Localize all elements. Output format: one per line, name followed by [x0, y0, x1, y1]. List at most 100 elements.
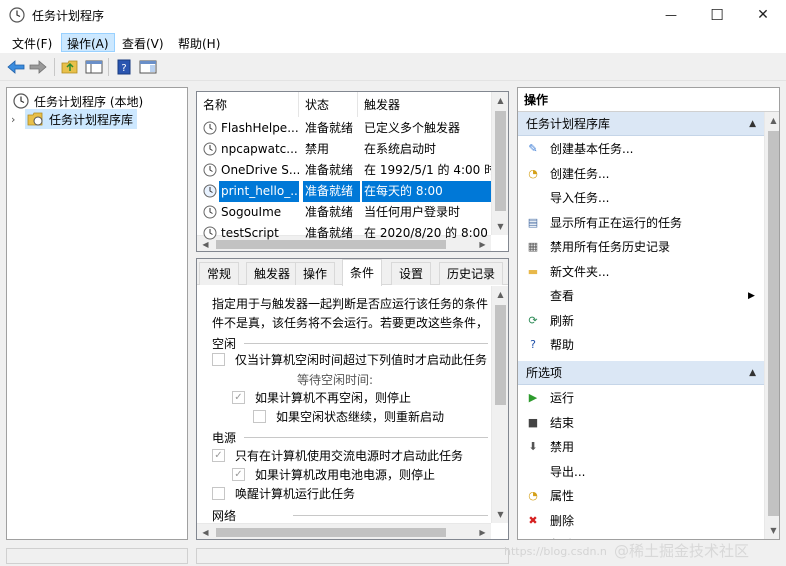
action-item[interactable]: ? 帮助 — [518, 533, 764, 539]
section-header-selected[interactable]: 所选项 ▲ — [518, 361, 764, 385]
table-row[interactable]: SogouIme 准备就绪 当任何用户登录时 — [197, 202, 493, 223]
action-item[interactable]: ■ 结束 — [518, 411, 764, 435]
table-row[interactable]: FlashHelpe... 准备就绪 已定义多个触发器 — [197, 118, 493, 139]
svg-text:?: ? — [121, 63, 126, 74]
idle-start-checkbox[interactable] — [212, 353, 225, 366]
scroll-left-arrow-icon[interactable]: ◀ — [197, 524, 214, 539]
action-item[interactable]: ✎ 创建基本任务... — [518, 137, 764, 161]
tab-actions[interactable]: 操作 — [295, 262, 336, 285]
action-item[interactable]: ◔ 属性 — [518, 484, 764, 508]
action-label: 属性 — [550, 489, 575, 503]
details-vertical-scrollbar[interactable]: ▲ ▼ — [491, 286, 508, 523]
tab-history[interactable]: 历史记录 — [439, 262, 504, 285]
power-group-divider — [244, 437, 488, 438]
properties-icon: ◔ — [528, 489, 538, 502]
action-item[interactable]: 查看 ▶ — [518, 284, 764, 308]
action-item[interactable]: 导出... — [518, 460, 764, 484]
menu-view[interactable]: 查看(V) — [116, 33, 170, 52]
tree-item-library[interactable]: › 任务计划程序库 — [11, 109, 187, 129]
power-wake-checkbox[interactable] — [212, 487, 225, 500]
maximize-button[interactable]: ☐ — [694, 0, 740, 30]
close-button[interactable]: ✕ — [740, 0, 786, 30]
table-row[interactable]: npcapwatc... 禁用 在系统启动时 — [197, 139, 493, 160]
idle-restart-checkbox[interactable] — [253, 410, 266, 423]
table-row[interactable]: testScript 准备就绪在 2020/8/20 的 8:00 时 — [197, 223, 493, 244]
action-item[interactable]: ⬇ 禁用 — [518, 435, 764, 459]
tree-root[interactable]: 任务计划程序 (本地) — [7, 91, 187, 111]
action-item[interactable]: ▶ 运行 — [518, 386, 764, 410]
table-row[interactable]: OneDrive S... 准备就绪在 1992/5/1 的 4:00 时 — [197, 160, 493, 181]
list-vertical-scrollbar[interactable]: ▲ ▼ — [491, 92, 508, 235]
tab-triggers[interactable]: 触发器 — [246, 262, 299, 285]
action-label: 删除 — [550, 513, 575, 528]
folder-clock-icon — [27, 112, 43, 125]
scroll-right-arrow-icon[interactable]: ▶ — [474, 524, 491, 539]
tab-general[interactable]: 常规 — [199, 262, 240, 285]
chevron-right-icon[interactable]: › — [11, 113, 25, 126]
scroll-up-arrow-icon[interactable]: ▲ — [765, 112, 779, 129]
scroll-thumb[interactable] — [495, 305, 506, 405]
column-header-status[interactable]: 状态 — [299, 92, 358, 117]
running-tasks-icon: ▤ — [527, 215, 539, 229]
column-header-trigger[interactable]: 触发器 — [358, 92, 493, 117]
minimize-button[interactable]: — — [648, 0, 694, 30]
scroll-down-arrow-icon[interactable]: ▼ — [492, 218, 508, 235]
action-item[interactable]: ▬ 新文件夹... — [518, 260, 764, 284]
action-item[interactable]: ▦ 禁用所有任务历史记录 — [518, 235, 764, 259]
run-icon: ▶ — [528, 391, 538, 404]
back-arrow-icon — [7, 60, 25, 74]
actions-vertical-scrollbar[interactable]: ▲ ▼ — [764, 112, 779, 539]
scroll-thumb[interactable] — [495, 111, 506, 211]
cell-trigger: 当任何用户登录时 — [364, 205, 461, 219]
column-header-name[interactable]: 名称 — [197, 92, 299, 117]
scroll-up-arrow-icon[interactable]: ▲ — [492, 286, 508, 303]
show-hide-console-button[interactable] — [84, 57, 104, 77]
action-item[interactable]: ✖ 删除 — [518, 509, 764, 533]
tab-conditions[interactable]: 条件 — [342, 259, 383, 286]
cell-name: npcapwatc... — [221, 142, 298, 156]
title-bar: 任务计划程序 — ☐ ✕ — [0, 0, 786, 30]
forward-button[interactable] — [28, 57, 48, 77]
collapse-arrow-icon[interactable]: ▲ — [749, 361, 756, 385]
scroll-down-arrow-icon[interactable]: ▼ — [492, 506, 508, 523]
section-header-library[interactable]: 任务计划程序库 ▲ — [518, 112, 764, 136]
up-folder-button[interactable] — [60, 57, 80, 77]
tree-item-library-selected[interactable]: 任务计划程序库 — [25, 109, 138, 129]
scroll-thumb[interactable] — [768, 131, 779, 516]
status-panel — [196, 548, 509, 564]
scroll-down-arrow-icon[interactable]: ▼ — [765, 522, 779, 539]
cell-trigger: 在 1992/5/1 的 4:00 时 — [364, 163, 491, 177]
power-battery-label: 如果计算机改用电池电源，则停止 — [255, 468, 436, 482]
action-item[interactable]: ◔ 创建任务... — [518, 162, 764, 186]
action-item[interactable]: ▤ 显示所有正在运行的任务 — [518, 211, 764, 235]
menu-action[interactable]: 操作(A) — [61, 33, 115, 52]
idle-stop-checkbox[interactable]: ✓ — [232, 391, 245, 404]
power-ac-checkbox[interactable]: ✓ — [212, 449, 225, 462]
action-label: 导入任务... — [550, 191, 610, 205]
action-item[interactable]: 导入任务... — [518, 186, 764, 210]
help-toolbar-button[interactable]: ? — [114, 57, 134, 77]
action-label: 禁用 — [550, 440, 575, 454]
menu-help[interactable]: 帮助(H) — [172, 33, 226, 52]
folder-icon: ▬ — [527, 264, 539, 278]
collapse-arrow-icon[interactable]: ▲ — [749, 112, 756, 136]
show-action-pane-button[interactable] — [138, 57, 158, 77]
action-item[interactable]: ? 帮助 — [518, 333, 764, 357]
actions-pane: 操作 任务计划程序库 ▲ 所选项 ▲ ▲ ▼ ✎ 创建基本任务... ◔ 创建任务..… — [517, 87, 780, 540]
console-tree-icon — [85, 60, 103, 74]
table-row[interactable]: print_hello_... 准备就绪 在每天的 8:00 — [197, 181, 493, 202]
action-item[interactable]: ⟳ 刷新 — [518, 309, 764, 333]
scroll-up-arrow-icon[interactable]: ▲ — [492, 92, 508, 109]
cell-name: OneDrive S... — [221, 163, 299, 177]
menu-file[interactable]: 文件(F) — [6, 33, 58, 52]
action-label: 导出... — [550, 464, 586, 479]
wizard-icon: ✎ — [528, 142, 538, 155]
idle-restart-label: 如果空闲状态继续，则重新启动 — [276, 410, 445, 424]
back-button[interactable] — [6, 57, 26, 77]
network-group-divider — [293, 515, 488, 516]
scroll-thumb-horizontal[interactable] — [216, 528, 446, 537]
task-list: 名称 状态 触发器 ▲ ▼ ◀ ▶ FlashHelpe... 准备就绪 已定义多个… — [196, 91, 509, 252]
tab-settings[interactable]: 设置 — [391, 262, 432, 285]
power-battery-checkbox[interactable]: ✓ — [232, 468, 245, 481]
details-horizontal-scrollbar[interactable]: ◀ ▶ — [197, 523, 491, 539]
